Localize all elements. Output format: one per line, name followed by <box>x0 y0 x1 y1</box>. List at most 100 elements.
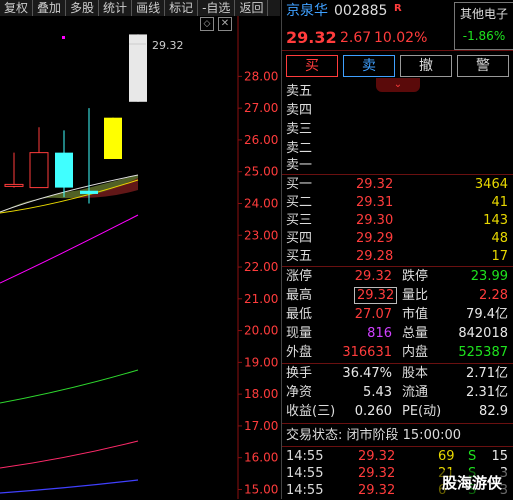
stat-label: 市值 <box>402 307 429 322</box>
price-tick-label: 19.00 <box>244 355 278 369</box>
price-tick-label: 27.00 <box>244 101 278 115</box>
net-assets-value: 5.43 <box>363 385 392 400</box>
stat-row: 涨停 29.32 跌停 23.99 <box>282 267 513 286</box>
toolbar-tongji[interactable]: 统计 <box>99 0 133 16</box>
stat-label: 量比 <box>402 288 429 303</box>
cancel-button[interactable]: 撤 <box>400 55 452 77</box>
buy-button[interactable]: 买 <box>286 55 338 77</box>
ma120-line <box>0 440 139 469</box>
toolbar-diejia[interactable]: 叠加 <box>33 0 67 16</box>
current-volume-value: 816 <box>367 326 392 341</box>
ask-label: 卖五 <box>286 84 313 99</box>
bid-volume: 17 <box>491 249 508 264</box>
stock-badge: R <box>394 3 402 14</box>
ma20-line <box>0 214 139 284</box>
toolbar-zixuan[interactable]: -自选 <box>198 0 236 16</box>
turnover-value: 36.47% <box>342 366 392 381</box>
trade-status: 交易状态: 闭市阶段 15:00:00 <box>282 426 513 445</box>
price-tick-label: 22.00 <box>244 260 278 274</box>
stat-label: 净资 <box>286 385 313 400</box>
stat-label: 收益(三) <box>286 404 336 419</box>
price-tick-label: 21.00 <box>244 292 278 306</box>
toolbar-fuquan[interactable]: 复权 <box>0 0 34 16</box>
market-cap-value: 79.4亿 <box>466 307 508 322</box>
candle-body <box>104 117 122 159</box>
bid-price: 29.32 <box>356 177 394 192</box>
bid-label: 买三 <box>286 213 313 228</box>
bid-label: 买四 <box>286 231 313 246</box>
stat-label: 换手 <box>286 366 313 381</box>
ask-label: 卖三 <box>286 122 313 137</box>
candlestick-chart: 28.00 27.00 26.00 25.00 24.00 23.00 22.00 21.00… <box>0 16 278 499</box>
price-tick-label: 20.00 <box>244 324 278 338</box>
stat-row: 现量 816 总量 842018 <box>282 324 513 343</box>
bid-row: 买五 29.28 17 <box>282 247 513 266</box>
high-marker-label: 29.32 <box>152 39 184 52</box>
sector-name: 其他电子 <box>459 7 508 21</box>
limit-up-value: 29.32 <box>354 269 392 284</box>
toolbar-biaoji[interactable]: 标记 <box>165 0 199 16</box>
last-price: 29.32 <box>286 28 337 47</box>
stat-label: 现量 <box>286 326 313 341</box>
stock-code: 002885 <box>334 3 388 19</box>
chart-toolbar: 复权 叠加 多股 统计 画线 标记 -自选 返回 <box>0 0 280 16</box>
bid-price: 29.30 <box>356 213 394 228</box>
trade-status-text: 交易状态: 闭市阶段 15:00:00 <box>286 428 462 443</box>
candle-body <box>55 152 73 188</box>
high-value: 29.32 <box>354 287 398 304</box>
pe-value: 82.9 <box>479 404 508 419</box>
bid-volume: 3464 <box>474 177 508 192</box>
price-tick-label: 25.00 <box>244 165 278 179</box>
stat-label: 股本 <box>402 366 429 381</box>
bid-price: 29.29 <box>356 231 394 246</box>
ask-row: 卖四 <box>282 101 513 120</box>
bid-label: 买二 <box>286 195 313 210</box>
stat-label: PE(动) <box>402 404 442 419</box>
quote-panel: 京泉华 002885 R 其他电子 -1.86% 29.32 2.67 10.0… <box>281 0 513 499</box>
share-capital-value: 2.71亿 <box>466 366 508 381</box>
toolbar-duogu[interactable]: 多股 <box>66 0 100 16</box>
stat-row: 换手 36.47% 股本 2.71亿 <box>282 364 513 383</box>
volume-ratio-value: 2.28 <box>479 288 508 303</box>
stat-label: 跌停 <box>402 269 429 284</box>
stat-row: 净资 5.43 流通 2.31亿 <box>282 383 513 402</box>
toolbar-fanhui[interactable]: 返回 <box>235 0 269 16</box>
sell-button[interactable]: 卖 <box>343 55 395 77</box>
watermark-text: 股海游侠 <box>432 470 512 496</box>
candle-body <box>29 152 49 189</box>
bid-price: 29.28 <box>356 249 394 264</box>
tick-price: 29.32 <box>358 483 396 498</box>
bid-label: 买一 <box>286 177 313 192</box>
outer-volume-value: 316631 <box>342 345 392 360</box>
bid-volume: 143 <box>483 213 508 228</box>
price-tick-label: 24.00 <box>244 196 278 210</box>
alert-button[interactable]: 警 <box>457 55 509 77</box>
price-change-pct: 10.02% <box>374 30 428 46</box>
stat-label: 内盘 <box>402 345 429 360</box>
stock-name: 京泉华 <box>286 3 328 19</box>
ask-row: 卖一 <box>282 156 513 175</box>
price-tick-label: 18.00 <box>244 387 278 401</box>
candle-body <box>80 190 98 194</box>
ask-label: 卖一 <box>286 158 313 173</box>
candle-body <box>4 183 24 187</box>
low-value: 27.07 <box>354 307 392 322</box>
stat-row: 最低 27.07 市值 79.4亿 <box>282 305 513 324</box>
price-tick-label: 23.00 <box>244 228 278 242</box>
ask-label: 卖四 <box>286 103 313 118</box>
limit-down-value: 23.99 <box>470 269 508 284</box>
toolbar-huaxian[interactable]: 画线 <box>132 0 166 16</box>
bid-volume: 41 <box>491 195 508 210</box>
price-row: 29.32 2.67 10.02% <box>282 27 513 49</box>
inner-volume-value: 525387 <box>458 345 508 360</box>
bid-volume: 48 <box>491 231 508 246</box>
stat-label: 外盘 <box>286 345 313 360</box>
ma60-line <box>0 369 139 404</box>
bid-label: 买五 <box>286 249 313 264</box>
float-value: 2.31亿 <box>466 385 508 400</box>
stat-label: 总量 <box>402 326 429 341</box>
candle-body <box>129 34 147 102</box>
stat-label: 涨停 <box>286 269 313 284</box>
price-change: 2.67 <box>340 30 372 46</box>
ask-row: 卖三 <box>282 120 513 139</box>
